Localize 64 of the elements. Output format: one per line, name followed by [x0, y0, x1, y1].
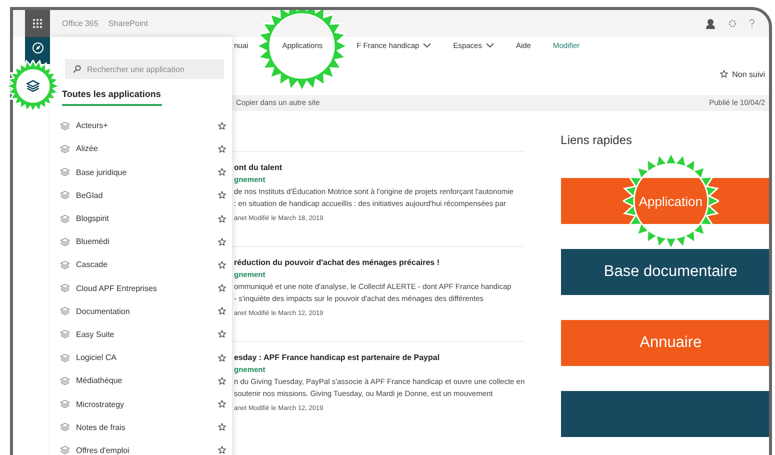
app-link[interactable]: Bluemédi	[76, 237, 218, 246]
grid-icon	[33, 19, 42, 28]
star-icon[interactable]	[218, 330, 226, 338]
star-icon[interactable]	[218, 446, 226, 454]
app-link[interactable]: Médiathèque	[76, 376, 218, 386]
layers-icon	[60, 214, 70, 224]
layers-icon	[60, 422, 70, 432]
all-apps-tab[interactable]: Toutes les applications	[62, 89, 162, 106]
app-link[interactable]: Offres d'emploi	[76, 446, 218, 455]
star-icon[interactable]	[218, 354, 226, 362]
app-link[interactable]: Easy Suite	[76, 330, 218, 339]
compass-icon[interactable]	[32, 42, 44, 54]
chevron-down-icon	[486, 43, 494, 48]
app-link[interactable]: Alizée	[76, 144, 218, 154]
layers-icon[interactable]	[26, 79, 40, 93]
layers-icon	[60, 445, 70, 455]
star-icon[interactable]	[218, 260, 226, 269]
star-icon[interactable]	[218, 122, 226, 130]
app-link[interactable]: Documentation	[76, 306, 218, 316]
layers-icon	[60, 306, 70, 316]
star-icon[interactable]	[218, 238, 226, 246]
app-link[interactable]: Base juridique	[76, 168, 218, 177]
star-icon[interactable]	[218, 423, 226, 432]
follow-status[interactable]: Non suivi	[732, 70, 765, 79]
app-link[interactable]: Logiciel CA	[76, 353, 218, 362]
app-link[interactable]: Blogspirit	[76, 214, 218, 224]
layers-icon	[60, 144, 70, 154]
app-link[interactable]: Cloud APF Entreprises	[76, 284, 218, 293]
layers-icon	[60, 329, 70, 340]
layers-icon	[60, 236, 70, 247]
starburst-ring-icon	[622, 153, 719, 250]
layers-icon	[60, 190, 70, 200]
app-link[interactable]: Microstrategy	[76, 400, 218, 409]
star-icon[interactable]	[218, 376, 226, 385]
star-icon[interactable]	[218, 168, 226, 176]
news-title[interactable]: esday : APF France handicap est partenaire de Paypal	[234, 352, 525, 364]
quick-links-title: Liens rapides	[560, 133, 634, 148]
star-icon[interactable]	[720, 70, 728, 78]
app-launcher-button[interactable]	[25, 10, 50, 37]
layers-icon	[60, 376, 70, 386]
star-icon[interactable]	[218, 307, 226, 316]
app-link[interactable]: Cascade	[76, 260, 218, 270]
quick-link-button[interactable]: Base documentaire	[560, 249, 769, 296]
layers-icon	[60, 167, 70, 178]
help-icon[interactable]	[749, 19, 755, 28]
person-icon[interactable]	[705, 18, 716, 29]
star-icon[interactable]	[218, 400, 226, 408]
layers-icon	[60, 352, 70, 363]
app-link[interactable]: BeGlad	[76, 190, 218, 200]
star-icon[interactable]	[218, 284, 226, 292]
star-icon[interactable]	[218, 214, 226, 223]
news-title[interactable]: ont du talent	[234, 162, 525, 174]
news-title[interactable]: réduction du pouvoir d'achat des ménages précaires !	[234, 257, 525, 270]
search-icon	[73, 65, 81, 74]
settings-icon[interactable]	[728, 19, 737, 28]
layers-icon	[60, 399, 70, 410]
chevron-down-icon	[423, 43, 432, 48]
layers-icon	[60, 120, 70, 131]
layers-icon	[60, 283, 70, 294]
layers-icon	[60, 260, 70, 270]
app-link[interactable]: Acteurs+	[76, 121, 218, 130]
star-icon[interactable]	[218, 144, 226, 153]
star-icon[interactable]	[218, 191, 226, 200]
app-link[interactable]: Notes de frais	[76, 422, 218, 432]
